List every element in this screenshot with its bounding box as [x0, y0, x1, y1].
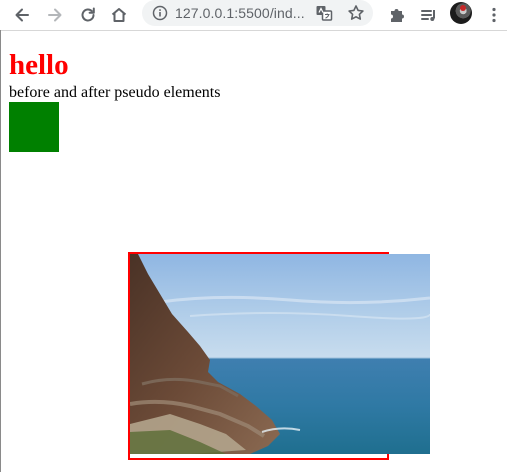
reading-list-icon[interactable]: [417, 3, 441, 27]
menu-icon[interactable]: [482, 3, 506, 27]
profile-avatar[interactable]: [450, 2, 472, 24]
reload-icon[interactable]: [76, 3, 100, 27]
browser-toolbar: 127.0.0.1:5500/ind...: [0, 0, 507, 31]
back-icon[interactable]: [10, 3, 34, 27]
page-subtext: before and after pseudo elements: [9, 84, 221, 101]
translate-icon[interactable]: [312, 1, 336, 25]
extensions-icon[interactable]: [385, 3, 409, 27]
window-edge: [0, 30, 1, 472]
address-bar[interactable]: 127.0.0.1:5500/ind...: [142, 0, 373, 26]
home-icon[interactable]: [107, 3, 131, 27]
url-text[interactable]: 127.0.0.1:5500/ind...: [175, 5, 305, 21]
green-square: [9, 102, 59, 152]
coastal-cliff-photo: [130, 254, 430, 454]
forward-icon[interactable]: [43, 3, 67, 27]
site-info-icon[interactable]: [148, 1, 172, 25]
bookmark-star-icon[interactable]: [344, 1, 368, 25]
page-heading: hello: [9, 49, 69, 81]
